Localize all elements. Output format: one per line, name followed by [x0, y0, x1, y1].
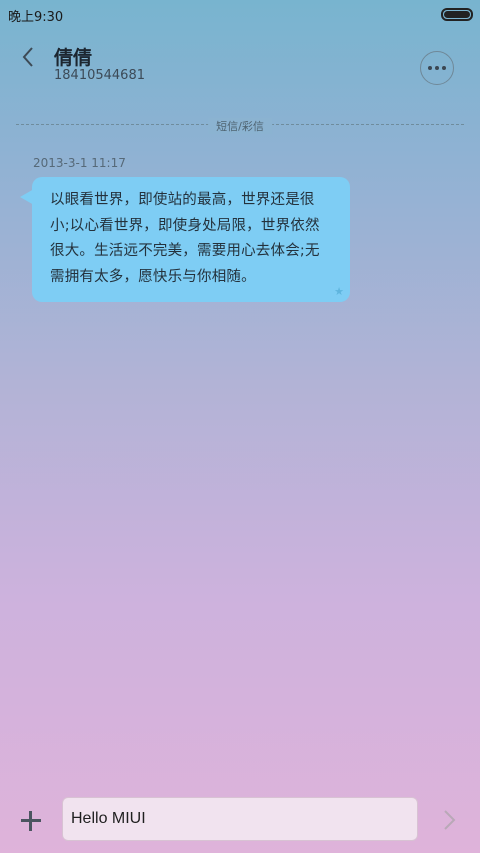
back-button[interactable] [16, 42, 42, 72]
chevron-left-icon [22, 47, 33, 67]
message-timestamp: 2013-3-1 11:17 [33, 156, 126, 170]
star-icon: ★ [334, 285, 344, 298]
status-time: 晚上9:30 [8, 10, 64, 25]
conversation-header: 倩倩 18410544681 [0, 30, 480, 110]
message-text: 以眼看世界，即使站的最高，世界还是很小;以心看世界，即使身处局限，世界依然很大。… [50, 192, 320, 285]
chevron-right-icon [444, 810, 456, 830]
message-bubble[interactable]: 以眼看世界，即使站的最高，世界还是很小;以心看世界，即使身处局限，世界依然很大。… [20, 177, 350, 302]
message-input[interactable] [62, 797, 418, 841]
bubble-tail [20, 189, 34, 205]
more-button[interactable] [420, 51, 454, 85]
more-dot-icon [435, 66, 439, 70]
battery-icon [441, 8, 473, 21]
more-dot-icon [442, 66, 446, 70]
more-dot-icon [428, 66, 432, 70]
compose-bar [0, 790, 480, 853]
contact-name: 倩倩 [54, 47, 93, 69]
status-bar: 晚上9:30 [0, 0, 480, 28]
add-attachment-button[interactable] [18, 808, 44, 834]
message-type-label: 短信/彩信 [208, 118, 272, 134]
contact-number: 18410544681 [54, 68, 145, 83]
send-button[interactable] [438, 806, 462, 834]
